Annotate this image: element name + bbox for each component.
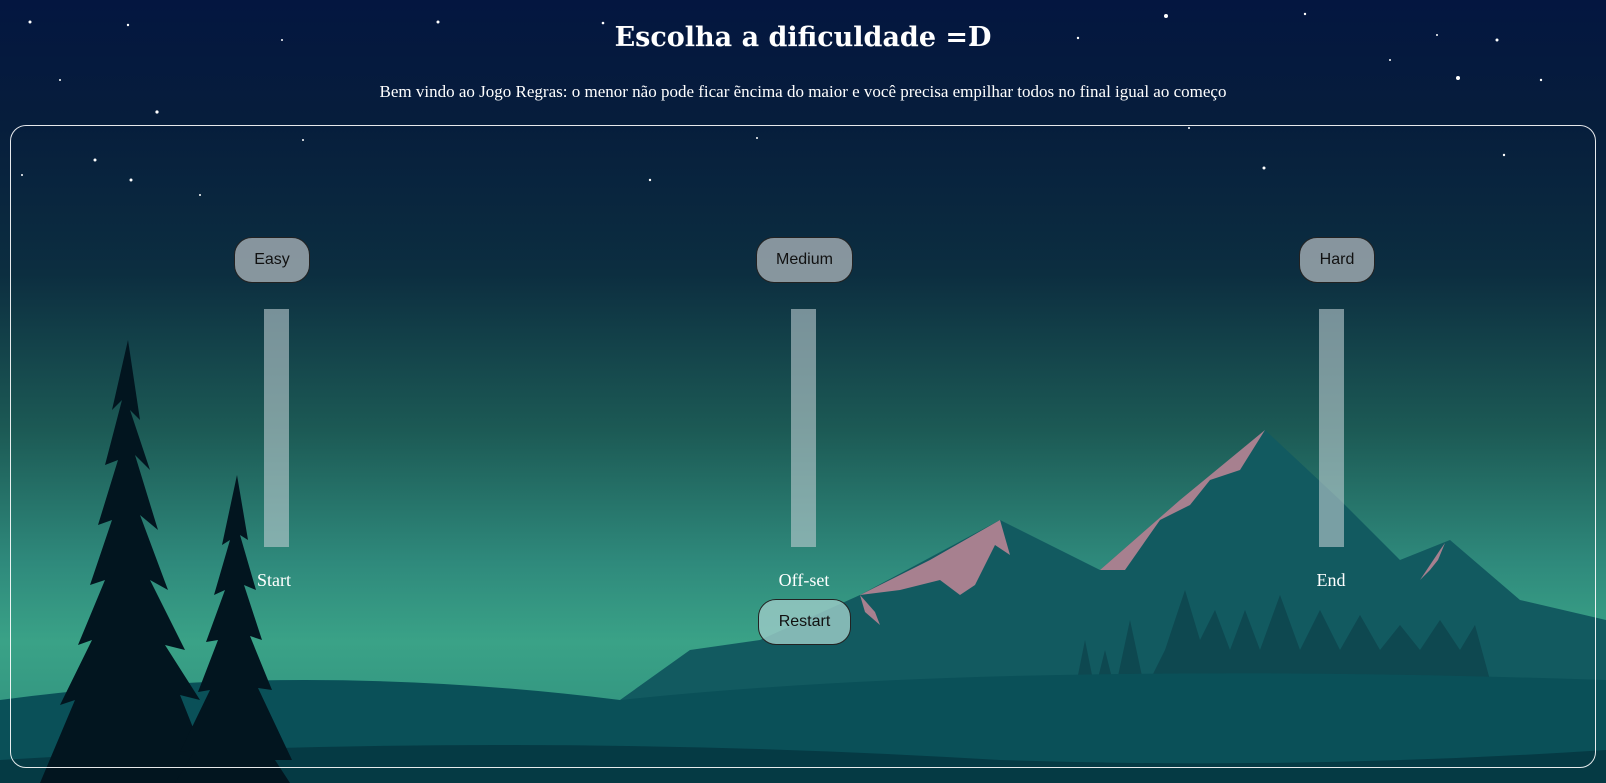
tower-start-label: Start	[257, 570, 291, 590]
page-title: Escolha a dificuldade =D	[614, 22, 992, 53]
game-board: Easy Medium Hard Start Off-set End Resta…	[10, 125, 1596, 768]
tower-start[interactable]	[264, 309, 289, 547]
tower-offset-label: Off-set	[778, 570, 830, 590]
tower-end[interactable]	[1319, 309, 1344, 547]
restart-button[interactable]: Restart	[758, 599, 851, 645]
tower-offset[interactable]	[791, 309, 816, 547]
hard-button[interactable]: Hard	[1299, 237, 1375, 283]
tower-end-label: End	[1316, 570, 1346, 590]
medium-button[interactable]: Medium	[756, 237, 853, 283]
easy-button[interactable]: Easy	[234, 237, 310, 283]
rules-text: Bem vindo ao Jogo Regras: o menor não po…	[379, 82, 1227, 101]
